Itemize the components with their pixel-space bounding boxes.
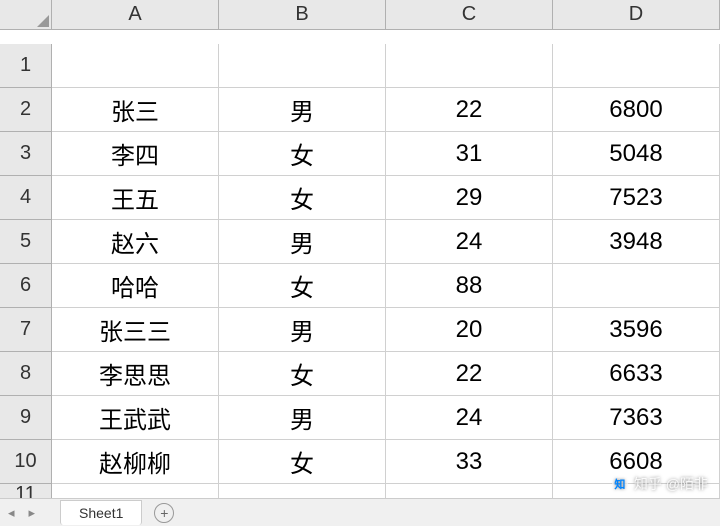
cell[interactable]: 20 — [386, 308, 553, 352]
cell[interactable]: 哈哈 — [52, 264, 219, 308]
cell[interactable]: 3596 — [553, 308, 720, 352]
cell[interactable]: 王五 — [52, 176, 219, 220]
select-all-corner[interactable] — [0, 0, 52, 30]
cell[interactable] — [553, 264, 720, 308]
cell[interactable]: 31 — [386, 132, 553, 176]
col-header-a[interactable]: A — [52, 0, 219, 30]
watermark: 知 知乎 @陌非 — [612, 474, 708, 494]
cell[interactable]: 24 — [386, 220, 553, 264]
cell[interactable]: 33 — [386, 440, 553, 484]
next-sheet-icon[interactable]: ▸ — [29, 505, 36, 521]
cell[interactable]: 7523 — [553, 176, 720, 220]
cell[interactable]: 李思思 — [52, 352, 219, 396]
cell[interactable]: 赵六 — [52, 220, 219, 264]
spreadsheet-grid: A B C D 1 2 张三 男 22 6800 3 李四 女 31 5048 … — [0, 0, 720, 528]
cell[interactable] — [553, 44, 720, 88]
sheet-tab-bar: ◂ ▸ Sheet1 + — [0, 498, 720, 526]
row-header[interactable]: 6 — [0, 264, 52, 308]
row-header[interactable]: 2 — [0, 88, 52, 132]
cell[interactable]: 22 — [386, 88, 553, 132]
cell[interactable]: 3948 — [553, 220, 720, 264]
cell[interactable]: 张三三 — [52, 308, 219, 352]
add-sheet-button[interactable]: + — [154, 503, 174, 523]
sheet-nav-arrows: ◂ ▸ — [8, 505, 35, 521]
cell[interactable]: 6800 — [553, 88, 720, 132]
row-header[interactable]: 8 — [0, 352, 52, 396]
row-header[interactable]: 10 — [0, 440, 52, 484]
cell[interactable]: 6633 — [553, 352, 720, 396]
row-header[interactable]: 7 — [0, 308, 52, 352]
cell[interactable]: 女 — [219, 440, 386, 484]
cell[interactable] — [386, 44, 553, 88]
row-header[interactable]: 5 — [0, 220, 52, 264]
cell[interactable]: 女 — [219, 176, 386, 220]
cell[interactable]: 王武武 — [52, 396, 219, 440]
cell[interactable]: 李四 — [52, 132, 219, 176]
cell[interactable]: 男 — [219, 308, 386, 352]
zhihu-logo-icon: 知 — [612, 476, 628, 492]
cell[interactable]: 女 — [219, 352, 386, 396]
sheet-tab[interactable]: Sheet1 — [60, 500, 142, 525]
cell[interactable]: 24 — [386, 396, 553, 440]
watermark-text: 知乎 @陌非 — [634, 474, 708, 494]
cell[interactable]: 张三 — [52, 88, 219, 132]
cell[interactable]: 赵柳柳 — [52, 440, 219, 484]
cell[interactable]: 5048 — [553, 132, 720, 176]
cell[interactable]: 88 — [386, 264, 553, 308]
cell[interactable]: 7363 — [553, 396, 720, 440]
cell[interactable]: 男 — [219, 88, 386, 132]
cell[interactable]: 女 — [219, 132, 386, 176]
row-header[interactable]: 9 — [0, 396, 52, 440]
cell[interactable]: 29 — [386, 176, 553, 220]
row-header[interactable]: 1 — [0, 44, 52, 88]
row-header[interactable]: 3 — [0, 132, 52, 176]
cell[interactable] — [52, 44, 219, 88]
cell[interactable]: 女 — [219, 264, 386, 308]
row-header[interactable]: 4 — [0, 176, 52, 220]
col-header-d[interactable]: D — [553, 0, 720, 30]
cell[interactable] — [219, 44, 386, 88]
cell[interactable]: 22 — [386, 352, 553, 396]
cell[interactable]: 男 — [219, 396, 386, 440]
col-header-c[interactable]: C — [386, 0, 553, 30]
col-header-b[interactable]: B — [219, 0, 386, 30]
cell[interactable]: 男 — [219, 220, 386, 264]
prev-sheet-icon[interactable]: ◂ — [8, 505, 15, 521]
